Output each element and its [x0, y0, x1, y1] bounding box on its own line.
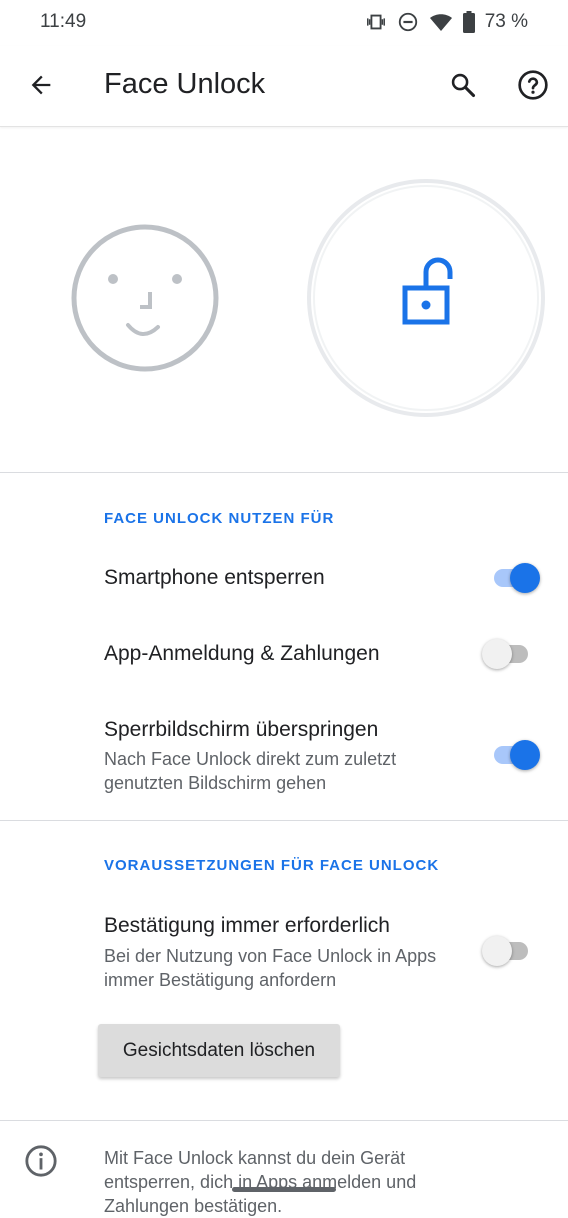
switch-thumb: [510, 563, 540, 593]
toggle-unlock-phone[interactable]: [482, 560, 542, 596]
search-icon: [451, 73, 476, 98]
pref-title-unlock-phone[interactable]: Smartphone entsperren: [104, 566, 325, 590]
divider: [0, 820, 568, 821]
pref-title-app-signin[interactable]: App-Anmeldung & Zahlungen: [104, 642, 380, 666]
status-time: 11:49: [40, 11, 87, 32]
section-header-use: FACE UNLOCK NUTZEN FÜR: [104, 510, 335, 527]
arrow-back-icon: [31, 75, 51, 95]
unlock-icon: [307, 179, 545, 417]
toggle-app-signin[interactable]: [482, 636, 542, 672]
section-header-requirements: VORAUSSETZUNGEN FÜR FACE UNLOCK: [104, 857, 440, 874]
search-button[interactable]: [438, 60, 488, 110]
pref-title-skip-lockscreen[interactable]: Sperrbildschirm überspringen: [104, 718, 378, 742]
delete-face-data-button[interactable]: Gesichtsdaten löschen: [98, 1024, 340, 1077]
switch-thumb: [482, 639, 512, 669]
do-not-disturb-icon: [397, 11, 419, 33]
battery-percent: 73 %: [484, 11, 528, 32]
info-icon: [25, 1145, 57, 1177]
hero-illustration: [0, 127, 568, 472]
toggle-skip-lockscreen[interactable]: [482, 737, 542, 773]
help-button[interactable]: [508, 60, 558, 110]
pref-title-require-confirmation[interactable]: Bestätigung immer erforderlich: [104, 914, 390, 938]
status-icons: 73 %: [365, 11, 528, 33]
toggle-require-confirmation[interactable]: [482, 933, 542, 969]
battery-icon: [462, 11, 475, 33]
navigation-handle[interactable]: [232, 1187, 336, 1192]
pref-summary-require-confirmation: Bei der Nutzung von Face Unlock in Apps …: [104, 946, 437, 990]
back-button[interactable]: [16, 60, 66, 110]
app-bar: Face Unlock: [0, 46, 568, 127]
status-bar: 11:49 73 %: [0, 0, 568, 46]
divider: [0, 1120, 568, 1121]
vibrate-icon: [365, 11, 387, 33]
pref-summary-skip-lockscreen: Nach Face Unlock direkt zum zuletzt genu…: [104, 749, 397, 793]
help-icon: [518, 70, 548, 100]
wifi-icon: [429, 11, 453, 33]
switch-thumb: [482, 936, 512, 966]
switch-thumb: [510, 740, 540, 770]
page-title: Face Unlock: [104, 68, 266, 100]
divider: [0, 472, 568, 473]
footer-text: Mit Face Unlock kannst du dein Gerät ent…: [104, 1148, 417, 1216]
